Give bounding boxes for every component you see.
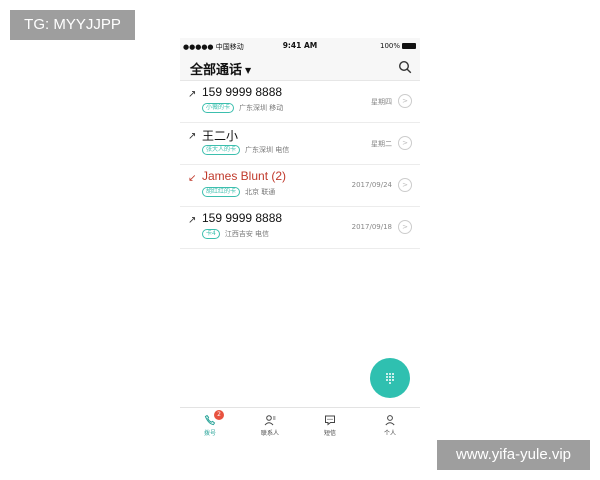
call-row[interactable]: ↗ 159 9999 8888 卡4 江西吉安 电信 2017/09/18 > xyxy=(180,207,420,249)
call-date: 2017/09/18 xyxy=(351,223,392,231)
call-name: 159 9999 8888 xyxy=(202,211,283,225)
call-location: 北京 联通 xyxy=(245,188,276,196)
caret-down-icon: ▼ xyxy=(245,66,252,75)
nav-bar: 全部通话 ▼ xyxy=(180,54,420,81)
call-name: 王二小 xyxy=(202,129,239,143)
call-row[interactable]: ↗ 王二小 张大人的卡 广东深圳 电信 星期二 > xyxy=(180,123,420,165)
status-bar: ●●●●● 中国移动 9:41 AM 100% xyxy=(180,38,420,54)
message-icon xyxy=(325,415,335,426)
tab-dial[interactable]: 2 拨号 xyxy=(180,408,240,442)
contacts-icon xyxy=(264,415,276,426)
call-name: 159 9999 8888 xyxy=(202,85,283,99)
info-chevron-icon[interactable]: > xyxy=(398,94,412,108)
call-row[interactable]: ↙ James Blunt (2) 胡红红的卡 北京 联通 2017/09/24… xyxy=(180,165,420,207)
outgoing-arrow-icon: ↗ xyxy=(188,131,197,142)
watermark-top-left: TG: MYYJJPP xyxy=(10,10,135,40)
call-meta: 张大人的卡 广东深圳 电信 xyxy=(202,145,289,155)
sim-tag: 卡4 xyxy=(202,229,220,239)
outgoing-arrow-icon: ↗ xyxy=(188,89,197,100)
missed-arrow-icon: ↙ xyxy=(188,173,197,184)
call-meta: 卡4 江西吉安 电信 xyxy=(202,229,269,239)
call-location: 广东深圳 电信 xyxy=(245,146,290,154)
outgoing-arrow-icon: ↗ xyxy=(188,215,197,226)
tab-profile[interactable]: 个人 xyxy=(360,408,420,442)
call-filter-dropdown[interactable]: 全部通话 ▼ xyxy=(190,59,251,78)
call-location: 江西吉安 电信 xyxy=(224,230,270,238)
dialpad-fab-button[interactable] xyxy=(370,358,410,398)
battery-icon xyxy=(402,43,416,49)
person-icon xyxy=(385,415,395,426)
sim-tag: 小薇的卡 xyxy=(202,103,235,113)
info-chevron-icon[interactable]: > xyxy=(398,220,412,234)
missed-call-badge: 2 xyxy=(214,410,224,420)
battery-indicator: 100% xyxy=(380,42,416,50)
info-chevron-icon[interactable]: > xyxy=(398,178,412,192)
tab-label: 拨号 xyxy=(203,430,216,437)
sim-tag: 胡红红的卡 xyxy=(202,187,241,197)
tab-label: 个人 xyxy=(383,430,396,437)
call-meta: 小薇的卡 广东深圳 移动 xyxy=(202,103,283,113)
call-name: James Blunt (2) xyxy=(202,169,287,183)
info-chevron-icon[interactable]: > xyxy=(398,136,412,150)
tab-bar: 2 拨号 联系人 短信 个人 xyxy=(180,407,420,442)
tab-contacts[interactable]: 联系人 xyxy=(240,408,300,442)
call-log-list: ↗ 159 9999 8888 小薇的卡 广东深圳 移动 星期四 > ↗ 王二小… xyxy=(180,81,420,249)
sim-tag: 张大人的卡 xyxy=(202,145,241,155)
call-row[interactable]: ↗ 159 9999 8888 小薇的卡 广东深圳 移动 星期四 > xyxy=(180,81,420,123)
tab-label: 联系人 xyxy=(260,430,279,437)
call-date: 2017/09/24 xyxy=(351,181,392,189)
call-meta: 胡红红的卡 北京 联通 xyxy=(202,187,275,197)
call-date: 星期二 xyxy=(371,140,392,148)
watermark-bottom-right: www.yifa-yule.vip xyxy=(437,440,590,470)
call-date: 星期四 xyxy=(371,98,392,106)
page-title: 全部通话 xyxy=(190,63,243,78)
call-location: 广东深圳 移动 xyxy=(239,104,284,112)
search-icon[interactable] xyxy=(398,60,412,74)
phone-screen: ●●●●● 中国移动 9:41 AM 100% 全部通话 ▼ ↗ 159 9999… xyxy=(180,38,420,442)
battery-label: 100% xyxy=(379,42,400,50)
tab-label: 短信 xyxy=(323,430,336,437)
tab-messages[interactable]: 短信 xyxy=(300,408,360,442)
dialpad-icon xyxy=(386,372,394,384)
